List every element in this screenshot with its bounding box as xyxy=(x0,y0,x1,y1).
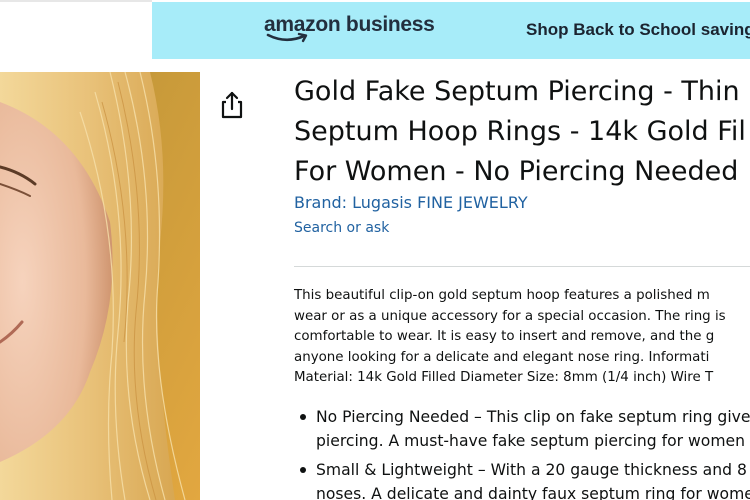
description-line: comfortable to wear. It is easy to inser… xyxy=(294,329,715,345)
feature-bullets: No Piercing Needed – This clip on fake s… xyxy=(294,405,750,500)
product-title-line: For Women - No Piercing Needed xyxy=(294,156,739,187)
product-title: Gold Fake Septum Piercing - Thin Septum … xyxy=(294,72,750,192)
share-icon xyxy=(221,91,243,119)
model-photo xyxy=(0,72,200,500)
brand-link[interactable]: Brand: Lugasis FINE JEWELRY xyxy=(294,193,528,212)
description-line: anyone looking for a delicate and elegan… xyxy=(294,349,710,365)
feature-bullet: No Piercing Needed – This clip on fake s… xyxy=(294,405,750,453)
description-line: This beautiful clip-on gold septum hoop … xyxy=(294,288,710,303)
description-line: Material: 14k Gold Filled Diameter Size:… xyxy=(294,370,714,386)
amazon-business-banner[interactable]: amazon business Shop Back to School savi… xyxy=(152,2,750,59)
share-button[interactable] xyxy=(218,90,246,120)
feature-bullet-line: noses. A delicate and dainty faux septum… xyxy=(316,485,750,500)
banner-promo-text: Shop Back to School savings xyxy=(526,20,750,39)
feature-bullet-line: No Piercing Needed – This clip on fake s… xyxy=(316,408,750,426)
bullet-dot-icon xyxy=(300,467,306,473)
feature-bullet-line: piercing. A must-have fake septum pierci… xyxy=(316,432,746,450)
header-strip xyxy=(0,0,152,2)
product-title-line: Gold Fake Septum Piercing - Thin xyxy=(294,76,740,107)
product-description: This beautiful clip-on gold septum hoop … xyxy=(294,286,726,389)
amazon-smile-icon xyxy=(266,32,308,43)
search-or-ask-link[interactable]: Search or ask xyxy=(294,220,389,236)
bullet-dot-icon xyxy=(300,414,306,420)
feature-bullet-line: Small & Lightweight – With a 20 gauge th… xyxy=(316,461,747,479)
product-page: amazon business Shop Back to School savi… xyxy=(0,0,750,500)
amazon-business-logo: amazon business xyxy=(264,13,435,49)
description-line: wear or as a unique accessory for a spec… xyxy=(294,308,726,324)
product-title-line: Septum Hoop Rings - 14k Gold Fil xyxy=(294,116,746,147)
feature-bullet: Small & Lightweight – With a 20 gauge th… xyxy=(294,458,750,500)
product-image[interactable] xyxy=(0,72,200,500)
divider xyxy=(294,266,750,267)
